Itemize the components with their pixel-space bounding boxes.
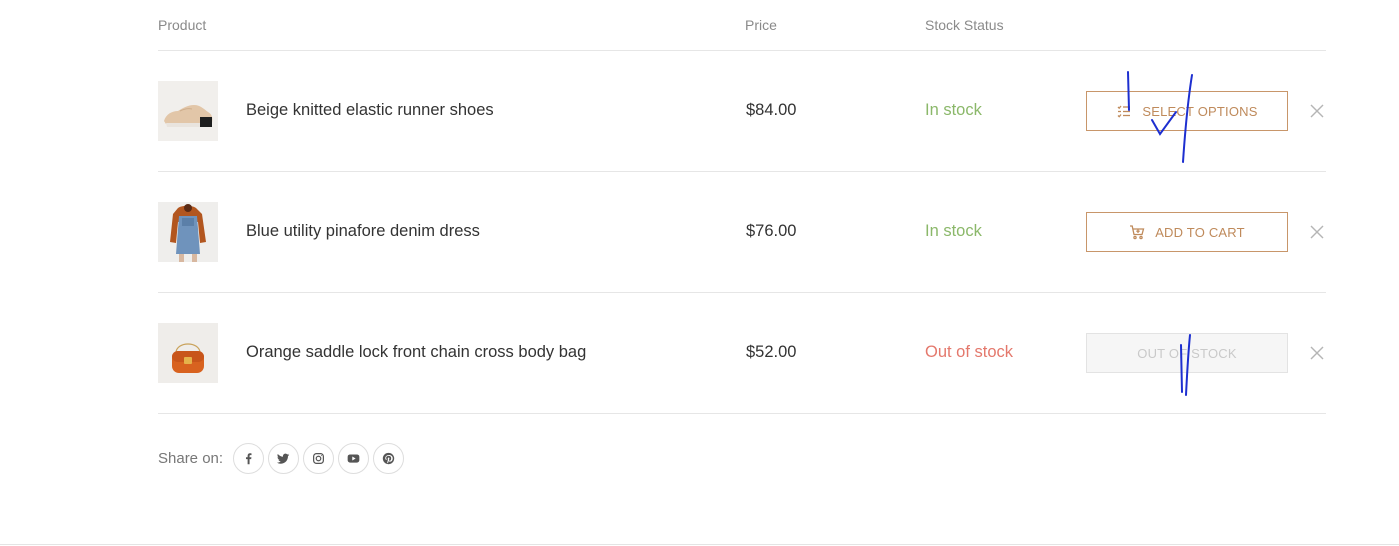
out-of-stock-button: OUT OF STOCK [1086, 333, 1288, 373]
remove-item-button[interactable] [1308, 223, 1326, 241]
table-row: Blue utility pinafore denim dress $76.00… [158, 172, 1326, 293]
table-row: Beige knitted elastic runner shoes $84.0… [158, 51, 1326, 172]
list-icon [1116, 103, 1132, 119]
pinterest-icon[interactable] [373, 443, 405, 474]
twitter-icon[interactable] [268, 443, 300, 474]
remove-item-button[interactable] [1308, 344, 1326, 362]
stock-status: In stock [925, 222, 982, 240]
orange-bag-thumbnail[interactable] [158, 323, 218, 383]
table-header: Product Price Stock Status [158, 0, 1326, 51]
add-to-cart-label: ADD TO CART [1155, 224, 1245, 240]
product-price: $76.00 [746, 222, 797, 240]
product-name-link[interactable]: Beige knitted elastic runner shoes [246, 101, 494, 120]
select-options-button[interactable]: SELECT OPTIONS [1086, 91, 1288, 131]
youtube-icon[interactable] [338, 443, 370, 474]
instagram-icon[interactable] [303, 443, 335, 474]
cart-icon [1129, 224, 1145, 240]
close-icon [1310, 346, 1324, 360]
table-row: Orange saddle lock front chain cross bod… [158, 293, 1326, 414]
product-column-header: Product [158, 17, 207, 33]
footer-divider [0, 544, 1399, 545]
product-name-link[interactable]: Orange saddle lock front chain cross bod… [246, 343, 586, 362]
share-label: Share on: [158, 450, 224, 467]
wishlist-table: Product Price Stock Status Beige knitted… [158, 0, 1326, 414]
facebook-icon[interactable] [233, 443, 265, 474]
product-price: $84.00 [746, 101, 797, 119]
share-bar: Share on: [158, 443, 408, 474]
close-icon [1310, 225, 1324, 239]
close-icon [1310, 104, 1324, 118]
stock-status: In stock [925, 101, 982, 119]
select-options-label: SELECT OPTIONS [1142, 103, 1258, 119]
stock-column-header: Stock Status [925, 17, 1004, 33]
remove-item-button[interactable] [1308, 102, 1326, 120]
price-column-header: Price [745, 17, 777, 33]
out-of-stock-label: OUT OF STOCK [1137, 345, 1237, 361]
product-name-link[interactable]: Blue utility pinafore denim dress [246, 222, 480, 241]
product-price: $52.00 [746, 343, 797, 361]
denim-dress-thumbnail[interactable] [158, 202, 218, 262]
beige-shoe-thumbnail[interactable] [158, 81, 218, 141]
add-to-cart-button[interactable]: ADD TO CART [1086, 212, 1288, 252]
stock-status: Out of stock [925, 343, 1014, 361]
